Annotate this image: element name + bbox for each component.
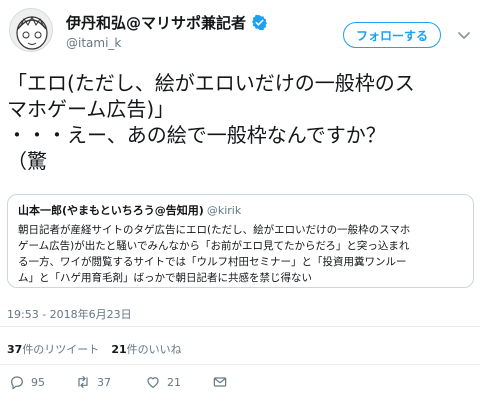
quoted-tweet[interactable]: 山本一郎(やまもといちろう@告知用) @kirik 朝日記者が産経サイトのタゲ広告… [7, 194, 474, 288]
retweets-stat[interactable]: 37件のリツイート [7, 341, 99, 357]
quoted-tweet-line: ム」と「ハゲ用育毛剤」ばっかで朝日記者に共感を禁じ得ない [18, 272, 312, 284]
retweets-stat-label: 件のリツイート [22, 343, 100, 356]
quoted-tweet-line: ゲーム広告)が出たと騒いでみんなから「お前がエロ見てたからだろ」と突っ込まれ [18, 240, 410, 252]
likes-stat-count: 21 [111, 343, 127, 356]
reply-icon [11, 376, 23, 390]
quoted-tweet-handle: @kirik [206, 204, 242, 217]
tweet-header: 伊丹和弘@マリサポ兼記者 @itami_k フォローする [0, 0, 480, 64]
verified-badge-icon [252, 14, 267, 31]
divider [0, 326, 480, 327]
quoted-tweet-line: 朝日記者が産経サイトのタゲ広告にエロ(ただし、絵がエロいだけの一般枠のスマホ [18, 224, 411, 236]
follow-button[interactable]: フォローする [343, 22, 441, 48]
heart-icon [147, 377, 159, 388]
share-button[interactable] [212, 374, 228, 390]
retweets-stat-count: 37 [7, 343, 23, 356]
likes-stat-label: 件のいいね [126, 343, 182, 356]
tweet-text: 「エロ(ただし、絵がエロいだけの一般枠のス マホゲーム広告)」 ・・・えー、あの… [7, 70, 477, 174]
tweet-text-line: マホゲーム広告)」 [7, 97, 175, 121]
quoted-tweet-line: る一方、ワイが閲覧するサイトでは「ウルフ村田セミナー」と「投資用糞ワンルー [18, 256, 407, 268]
name-row: 伊丹和弘@マリサポ兼記者 [66, 12, 268, 33]
tweet-text-line: ・・・えー、あの絵で一般枠なんですか？ [7, 123, 386, 147]
retweet-count: 37 [97, 375, 111, 389]
quoted-tweet-name: 山本一郎(やまもといちろう@告知用) [18, 204, 204, 217]
reply-button[interactable]: 95 [9, 374, 45, 390]
tweet-text-line: 「エロ(ただし、絵がエロいだけの一般枠のス [7, 71, 415, 95]
tweet-text-line: （驚 [7, 149, 47, 173]
tweet-stats: 37件のリツイート 21件のいいね [7, 341, 182, 357]
avatar[interactable] [9, 8, 53, 52]
reply-count: 95 [31, 375, 45, 389]
tweet-timestamp[interactable]: 19:53 - 2018年6月23日 [7, 306, 132, 322]
like-button[interactable]: 21 [145, 374, 181, 390]
quoted-tweet-text: 朝日記者が産経サイトのタゲ広告にエロ(ただし、絵がエロいだけの一般枠のスマホ ゲ… [18, 222, 463, 286]
chevron-down-icon[interactable] [455, 26, 473, 44]
retweet-button[interactable]: 37 [75, 374, 111, 390]
mail-icon [213, 377, 227, 387]
retweet-icon [78, 376, 88, 388]
quoted-tweet-header: 山本一郎(やまもといちろう@告知用) @kirik [18, 202, 463, 218]
avatar-illustration-icon [10, 9, 52, 51]
divider [0, 364, 480, 365]
likes-stat[interactable]: 21件のいいね [111, 341, 181, 357]
user-handle[interactable]: @itami_k [66, 36, 121, 50]
like-count: 21 [167, 375, 181, 389]
display-name[interactable]: 伊丹和弘@マリサポ兼記者 [66, 12, 246, 33]
tweet-actions: 95 37 21 [0, 374, 480, 396]
